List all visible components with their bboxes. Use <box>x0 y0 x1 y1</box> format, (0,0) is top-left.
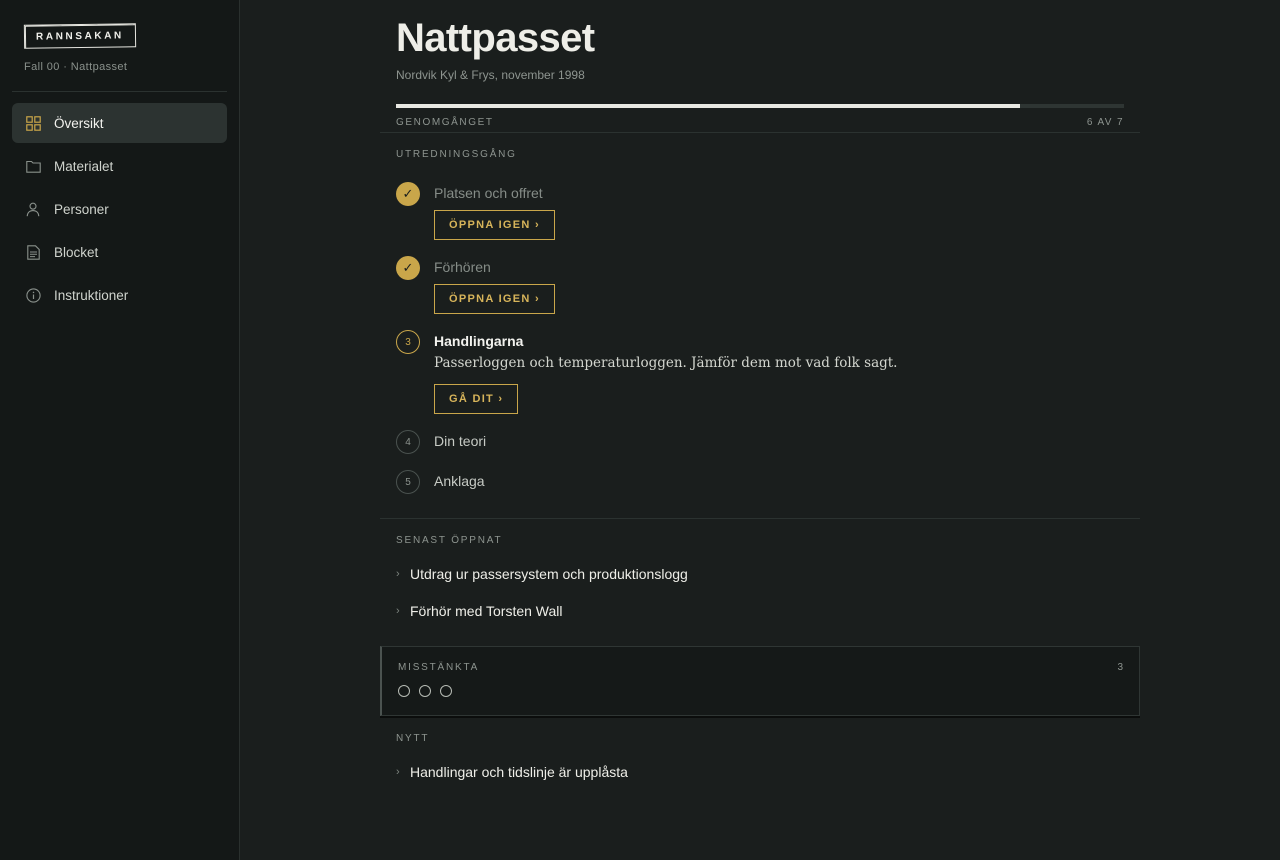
step-done-check-icon: ✓ <box>396 256 420 280</box>
sidebar-item-personer[interactable]: Personer <box>12 189 227 229</box>
chevron-right-icon: › <box>396 605 400 617</box>
sidebar-nav: Översikt Materialet Personer Blocket Ins… <box>12 103 227 318</box>
sidebar-item-label: Instruktioner <box>54 287 129 303</box>
sidebar-item-label: Personer <box>54 201 109 217</box>
page-subtitle: Nordvik Kyl & Frys, november 1998 <box>396 68 585 82</box>
case-subtitle: Fall 00 · Nattpasset <box>24 61 128 73</box>
app-logo[interactable]: RANNSAKAN <box>23 23 137 49</box>
logo-wrap: RANNSAKAN <box>23 23 137 49</box>
progress-label: GENOMGÅNGET <box>396 117 494 128</box>
recent-item-label: Förhör med Torsten Wall <box>410 603 563 619</box>
suspects-label: MISSTÄNKTA <box>398 662 480 673</box>
info-icon <box>25 287 41 303</box>
sidebar-item-label: Materialet <box>54 158 114 174</box>
step-title: Platsen och offret <box>434 185 543 201</box>
reopen-step-2-button[interactable]: ÖPPNA IGEN › <box>434 284 555 314</box>
divider <box>380 132 1140 133</box>
suspect-slot-icon[interactable] <box>440 685 452 697</box>
progress-bar <box>396 104 1124 108</box>
recent-label: SENAST ÖPPNAT <box>396 535 503 546</box>
sidebar-item-oversikt[interactable]: Översikt <box>12 103 227 143</box>
sidebar-item-materialet[interactable]: Materialet <box>12 146 227 186</box>
sidebar-item-blocket[interactable]: Blocket <box>12 232 227 272</box>
progress-bar-fill <box>396 104 1020 108</box>
suspects-count: 3 <box>1117 662 1123 673</box>
step-number-badge: 4 <box>396 430 420 454</box>
divider <box>380 518 1140 519</box>
person-icon <box>25 201 41 217</box>
page-title: Nattpasset <box>396 16 595 60</box>
sidebar-item-label: Blocket <box>54 244 99 260</box>
progress-count: 6 AV 7 <box>1086 117 1124 128</box>
sidebar: RANNSAKAN Fall 00 · Nattpasset Översikt … <box>0 0 240 860</box>
chevron-right-icon: › <box>396 568 400 580</box>
investigation-label: UTREDNINGSGÅNG <box>396 149 517 160</box>
recent-item-label: Utdrag ur passersystem och produktionslo… <box>410 566 688 582</box>
step-title: Förhören <box>434 259 491 275</box>
recent-item[interactable]: › Förhör med Torsten Wall <box>396 603 563 619</box>
step-description: Passerloggen och temperaturloggen. Jämfö… <box>434 355 898 371</box>
reopen-step-1-button[interactable]: ÖPPNA IGEN › <box>434 210 555 240</box>
step-title: Din teori <box>434 433 487 449</box>
step-done-check-icon: ✓ <box>396 182 420 206</box>
notepad-icon <box>25 244 41 260</box>
chevron-right-icon: › <box>396 766 400 778</box>
news-label: NYTT <box>396 733 430 744</box>
folder-icon <box>25 158 41 174</box>
suspect-slot-icon[interactable] <box>419 685 431 697</box>
step-title: Anklaga <box>434 473 485 489</box>
sidebar-divider <box>12 91 227 92</box>
step-number-badge: 3 <box>396 330 420 354</box>
grid-icon <box>25 115 41 131</box>
suspects-panel[interactable]: MISSTÄNKTA 3 <box>380 646 1140 716</box>
step-title: Handlingarna <box>434 333 524 349</box>
go-to-step-button[interactable]: GÅ DIT › <box>434 384 519 414</box>
suspect-slot-icon[interactable] <box>398 685 410 697</box>
sidebar-item-label: Översikt <box>54 115 104 131</box>
recent-item[interactable]: › Utdrag ur passersystem och produktions… <box>396 566 688 582</box>
step-number-badge: 5 <box>396 470 420 494</box>
sidebar-item-instruktioner[interactable]: Instruktioner <box>12 275 227 315</box>
news-item[interactable]: › Handlingar och tidslinje är upplåsta <box>396 764 628 780</box>
news-item-label: Handlingar och tidslinje är upplåsta <box>410 764 628 780</box>
